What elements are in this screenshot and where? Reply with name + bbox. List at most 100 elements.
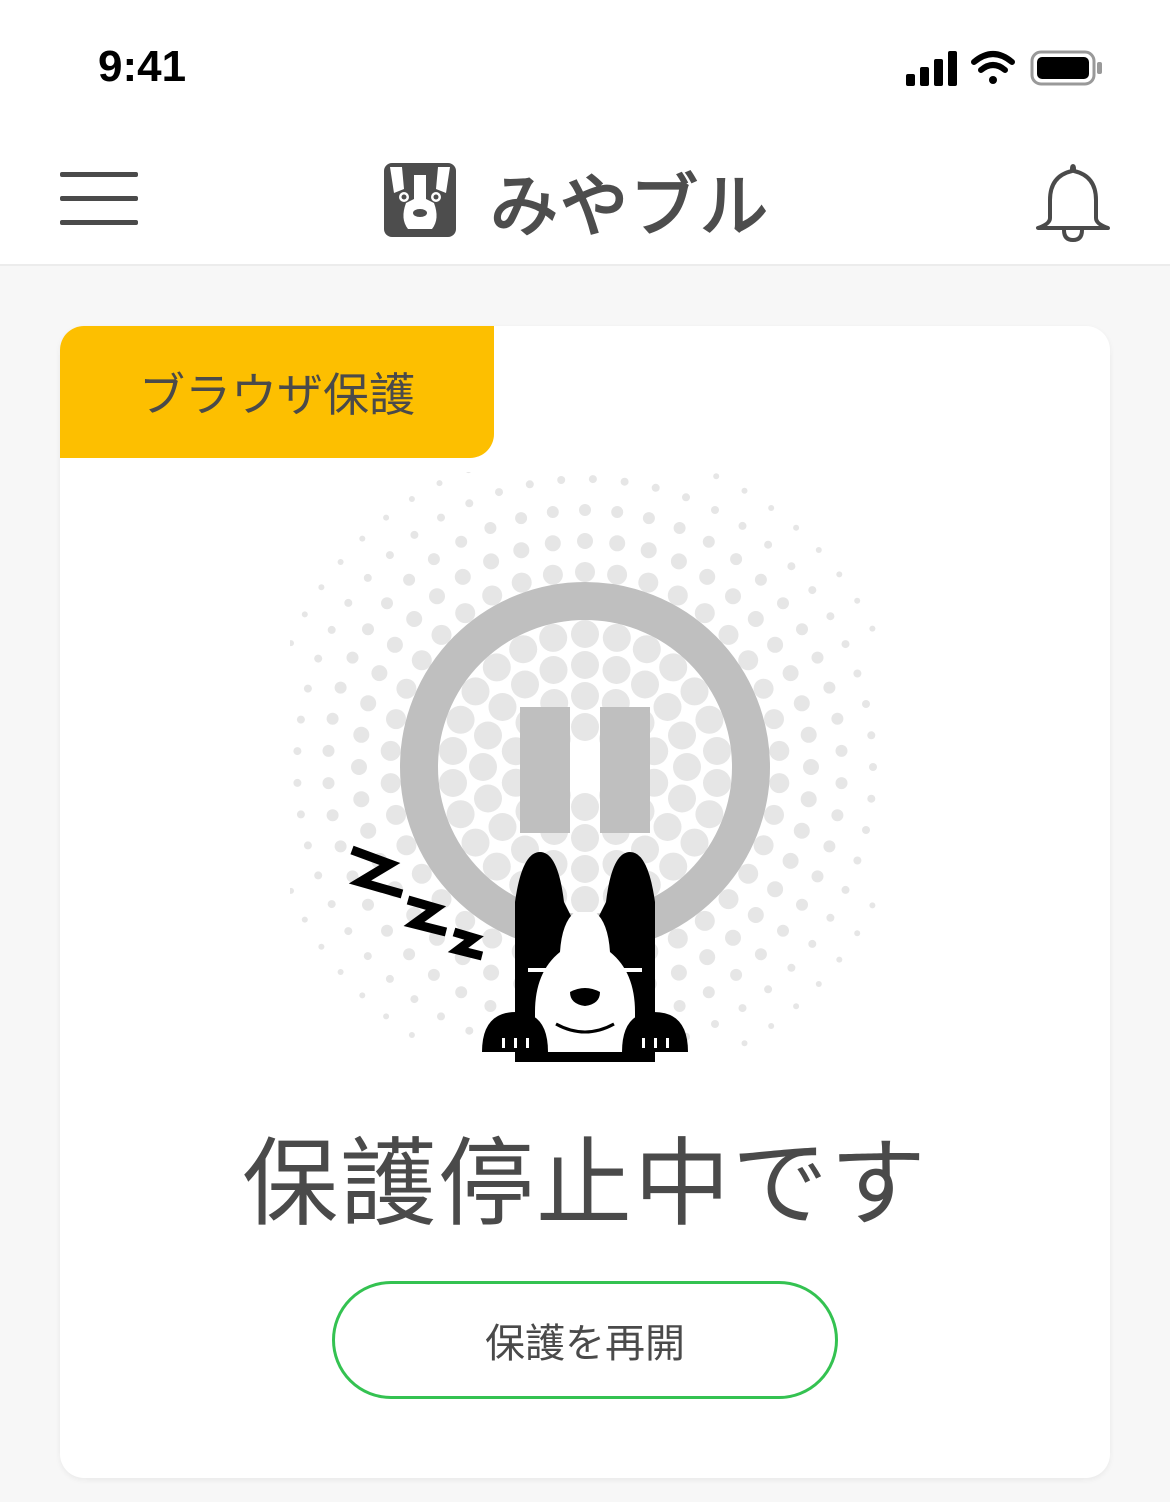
halftone-dot: [436, 480, 443, 487]
halftone-dot: [482, 852, 511, 881]
halftone-dot: [836, 571, 843, 578]
halftone-dot: [803, 759, 819, 775]
battery-icon: [1030, 50, 1102, 86]
halftone-dot: [767, 881, 784, 898]
halftone-dot: [682, 493, 690, 502]
halftone-dot: [455, 603, 476, 624]
halftone-dot: [542, 564, 563, 585]
halftone-dot: [539, 656, 568, 684]
halftone-dot: [754, 573, 767, 586]
notification-button[interactable]: [1030, 160, 1116, 244]
halftone-dot: [711, 506, 719, 514]
halftone-dot: [793, 1003, 800, 1010]
halftone-dot: [702, 986, 715, 999]
halftone-dot: [667, 585, 688, 606]
pause-bar-left: [520, 707, 570, 833]
halftone-dot: [796, 623, 808, 636]
halftone-dot: [640, 542, 657, 559]
halftone-dot: [777, 597, 789, 610]
halftone-dot: [385, 551, 394, 560]
halftone-dot: [383, 1013, 390, 1020]
halftone-dot: [546, 506, 559, 518]
halftone-dot: [488, 693, 517, 721]
halftone-dot: [439, 769, 467, 797]
status-bar: 9:41: [0, 0, 1170, 130]
halftone-dot: [670, 553, 687, 570]
halftone-dot: [632, 635, 661, 664]
halftone-dot: [703, 769, 731, 797]
card-tag: ブラウザ保護: [60, 326, 494, 458]
halftone-dot: [296, 715, 305, 724]
halftone-dot: [808, 586, 817, 595]
halftone-dot: [638, 572, 659, 593]
halftone-dot: [730, 553, 743, 566]
pause-ring: [400, 582, 770, 952]
halftone-dot: [782, 852, 799, 869]
halftone-dot: [651, 483, 660, 492]
halftone-dot: [800, 726, 817, 743]
halftone-dot: [730, 968, 743, 981]
halftone-dot: [680, 677, 709, 706]
halftone-dot: [461, 677, 490, 706]
halftone-dot: [769, 773, 790, 794]
halftone-dot: [290, 640, 294, 647]
halftone-dot: [659, 852, 688, 881]
halftone-dot: [314, 654, 323, 663]
halftone-dot: [515, 512, 528, 525]
halftone-dot: [465, 499, 474, 508]
halftone-dot: [431, 624, 452, 645]
dog-logo-icon: [384, 163, 456, 237]
halftone-dot: [446, 705, 475, 734]
halftone-dot: [318, 943, 325, 950]
halftone-dot: [738, 650, 759, 671]
nav-bar: みやブル: [0, 130, 1170, 266]
halftone-dot: [571, 824, 599, 852]
halftone-dot: [484, 522, 497, 534]
halftone-dot: [363, 573, 372, 582]
halftone-dot: [753, 835, 774, 856]
pause-bar-right: [600, 707, 650, 833]
halftone-dot: [841, 640, 850, 649]
halftone-dot: [718, 624, 739, 645]
halftone-dot: [371, 665, 388, 682]
halftone-dot: [446, 800, 475, 829]
protection-status-text: 保護停止中です: [242, 1128, 928, 1240]
halftone-dot: [793, 822, 810, 839]
halftone-dot: [571, 620, 599, 648]
halftone-dot: [836, 956, 843, 963]
halftone-dot: [811, 651, 824, 664]
halftone-dot: [301, 916, 308, 923]
halftone-dot: [793, 524, 800, 531]
halftone-dot: [787, 562, 796, 571]
halftone-dot: [738, 521, 747, 530]
halftone-dot: [800, 791, 817, 808]
resume-protection-button[interactable]: 保護を再開: [332, 1281, 838, 1399]
halftone-dot: [301, 611, 308, 618]
halftone-dot: [738, 863, 759, 884]
halftone-dot: [787, 963, 796, 972]
halftone-dot: [455, 986, 468, 999]
halftone-dot: [754, 948, 767, 961]
halftone-dot: [314, 871, 323, 880]
halftone-dot: [725, 588, 741, 605]
halftone-dot: [831, 712, 844, 725]
halftone-dot: [337, 559, 344, 565]
halftone-dot: [738, 1004, 747, 1013]
halftone-dot: [668, 784, 696, 813]
halftone-dot: [713, 473, 720, 480]
halftone-dot: [659, 653, 688, 682]
halftone-dot: [326, 809, 339, 822]
halftone-dot: [327, 625, 336, 634]
halftone-dot: [602, 656, 631, 684]
halftone-dot: [427, 553, 440, 566]
halftone-dot: [439, 737, 467, 765]
halftone-dot: [344, 598, 353, 607]
app-logo: みやブル: [384, 160, 770, 247]
halftone-dot: [469, 753, 497, 781]
halftone-dot: [403, 573, 416, 586]
halftone-dot: [702, 535, 715, 548]
halftone-dot: [703, 737, 731, 765]
menu-button[interactable]: [56, 166, 142, 228]
halftone-dot: [796, 898, 808, 911]
halftone-dot: [385, 974, 394, 983]
